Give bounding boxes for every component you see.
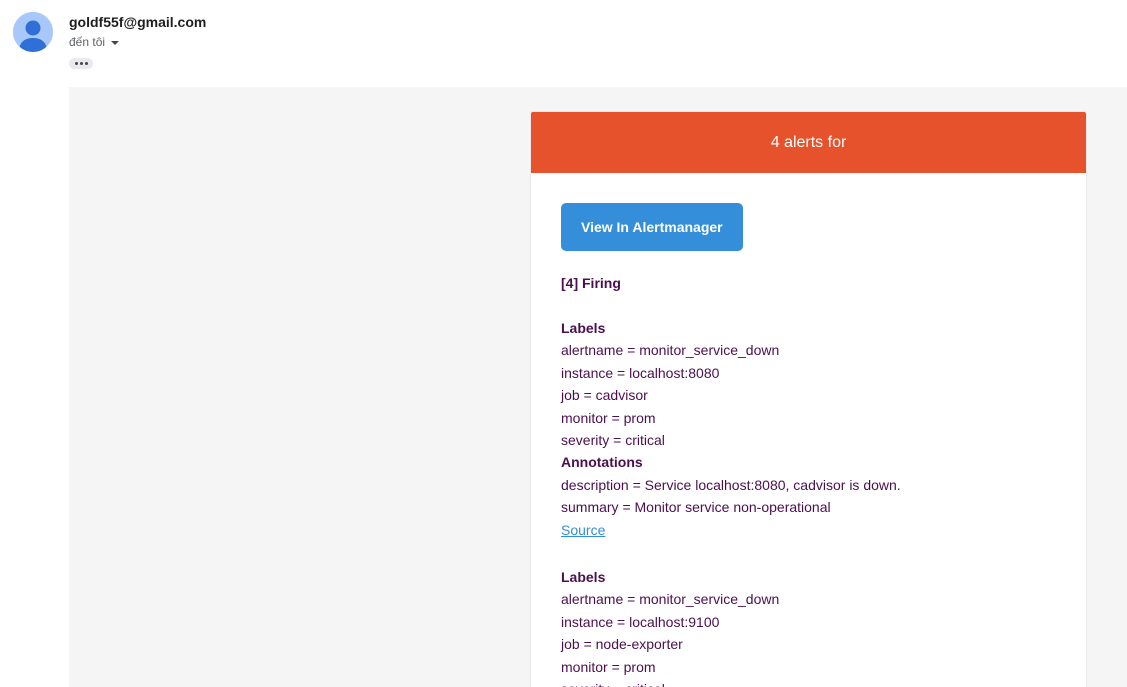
- label-line: severity = critical: [561, 432, 665, 449]
- label-line: monitor = prom: [561, 409, 656, 426]
- labels-title: Labels: [561, 569, 606, 586]
- alert-group: Labels alertname = monitor_service_down …: [561, 317, 1056, 541]
- annotation-line: summary = Monitor service non-operationa…: [561, 499, 831, 516]
- view-in-alertmanager-button[interactable]: View In Alertmanager: [561, 203, 743, 251]
- more-horizontal-icon[interactable]: [69, 58, 93, 69]
- email-body: 4 alerts for View In Alertmanager [4] Fi…: [69, 87, 1127, 687]
- caret-down-icon[interactable]: [111, 40, 120, 45]
- alert-header-text: 4 alerts for: [770, 133, 847, 151]
- sender-avatar-icon[interactable]: [13, 12, 53, 52]
- recipient-label: đến tôi: [69, 35, 106, 49]
- alert-content: View In Alertmanager [4] Firing Labels a…: [531, 173, 1086, 687]
- labels-title: Labels: [561, 320, 606, 336]
- alert-header: 4 alerts for: [531, 112, 1086, 173]
- alert-card: 4 alerts for View In Alertmanager [4] Fi…: [530, 111, 1087, 687]
- alert-group: Labels alertname = monitor_service_down …: [561, 566, 1056, 687]
- label-line: severity = critical: [561, 678, 1056, 687]
- label-line: instance = localhost:9100: [561, 613, 720, 630]
- label-line: alertname = monitor_service_down: [561, 591, 780, 608]
- email-view: goldf55f@gmail.com đến tôi 4 alerts for …: [0, 0, 1127, 687]
- label-line: alertname = monitor_service_down: [561, 342, 780, 359]
- source-link[interactable]: Source: [561, 522, 605, 538]
- label-line: job = node-exporter: [561, 636, 683, 653]
- firing-title: [4] Firing: [561, 275, 621, 291]
- recipient-details-toggle[interactable]: đến tôi: [69, 35, 120, 49]
- label-line: instance = localhost:8080: [561, 364, 720, 381]
- annotations-title: Annotations: [561, 454, 643, 471]
- label-line: job = cadvisor: [561, 387, 648, 404]
- sender-email[interactable]: goldf55f@gmail.com: [69, 14, 206, 30]
- label-line: monitor = prom: [561, 658, 656, 675]
- annotation-line: description = Service localhost:8080, ca…: [561, 476, 901, 493]
